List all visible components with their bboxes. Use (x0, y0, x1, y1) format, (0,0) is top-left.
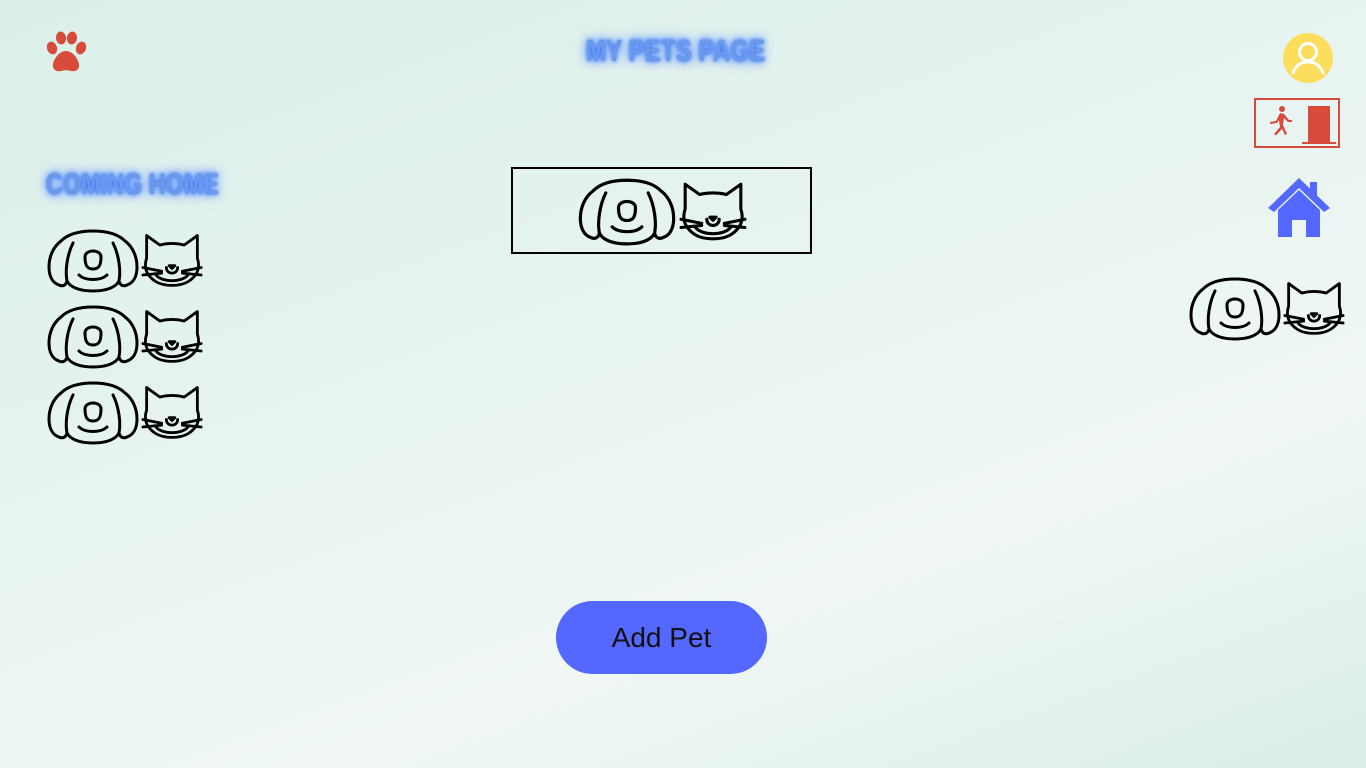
page-title: MY PETS PAGE (586, 33, 766, 68)
dog-icon (577, 176, 677, 246)
cat-icon (679, 180, 747, 242)
list-item[interactable] (47, 303, 203, 369)
featured-pet-box[interactable] (511, 167, 812, 254)
right-pet-pair[interactable] (1189, 275, 1345, 341)
dog-icon (47, 379, 139, 445)
list-item[interactable] (47, 379, 203, 445)
cat-icon (141, 307, 203, 365)
add-pet-button[interactable]: Add Pet (556, 601, 767, 674)
dog-icon (47, 303, 139, 369)
exit-button[interactable] (1254, 98, 1340, 148)
cat-icon (141, 231, 203, 289)
home-icon[interactable] (1266, 176, 1332, 238)
paw-icon[interactable] (44, 31, 88, 73)
cat-icon (141, 383, 203, 441)
user-avatar-icon[interactable] (1283, 33, 1333, 83)
coming-home-list (47, 227, 203, 445)
exit-door-icon (1270, 106, 1336, 144)
list-item[interactable] (47, 227, 203, 293)
featured-pet-pair (577, 176, 747, 246)
dog-icon (1189, 275, 1281, 341)
cat-icon (1283, 279, 1345, 337)
coming-home-title: COMING HOME (46, 168, 219, 201)
dog-icon (47, 227, 139, 293)
